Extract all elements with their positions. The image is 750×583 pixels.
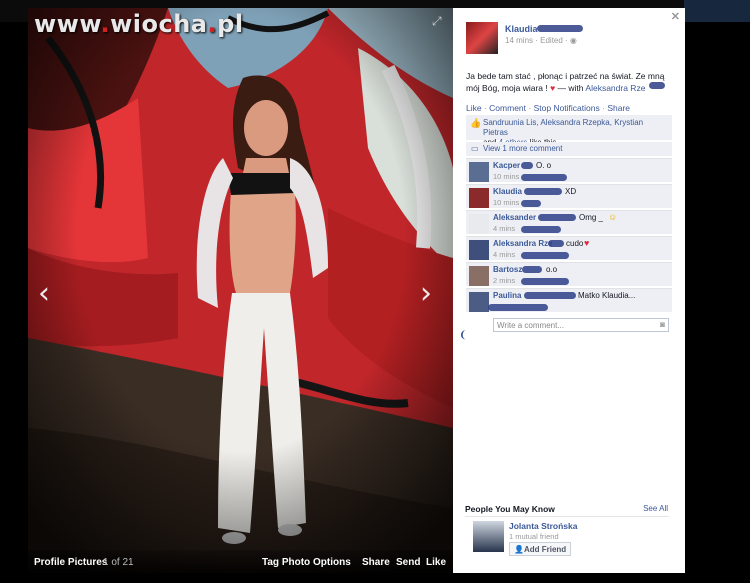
commenter-name[interactable]: Bartosz [493,265,522,274]
like-button[interactable]: Like [426,557,446,568]
redaction-scribble [521,200,541,207]
suggested-friend-avatar[interactable] [473,521,504,552]
comment-item: Kacper O. o 10 mins [466,158,672,182]
commenter-avatar[interactable] [469,266,489,286]
tagged-friend-link[interactable]: Aleksandra Rze [585,83,645,93]
view-more-label[interactable]: View 1 more comment [483,144,562,153]
redaction-scribble [524,292,576,299]
redaction-scribble [488,304,548,311]
globe-icon: ◉ [569,36,577,45]
with-text: — with [557,83,584,93]
comment-bubble-icon: ▭ [471,144,479,153]
heart-icon: ♥ [550,83,556,93]
redaction-scribble [521,252,569,259]
mutual-friends-text[interactable]: 1 mutual friend [509,532,559,541]
redaction-scribble [649,82,665,89]
photo-viewer[interactable] [28,8,453,573]
pymk-divider [465,516,669,517]
redaction-scribble [522,266,542,273]
redaction-scribble [521,226,561,233]
post-meta: 14 mins · Edited · ◉ [505,36,577,45]
comment-text: O. o [536,161,552,170]
comment-text: Matko Klaudia... [578,291,636,300]
options-button[interactable]: Options [313,557,351,568]
commenter-name[interactable]: Kacper [493,161,520,170]
commenter-name[interactable]: Aleksander [493,213,536,222]
comment-item: Aleksandra Rze cudo ♥ 4 mins [466,236,672,260]
redaction-scribble [537,25,583,32]
likes-summary: 👍 Sandruunia Lis, Aleksandra Rzepka, Kry… [466,115,672,147]
commenter-avatar[interactable] [469,240,489,260]
add-friend-label: Add Friend [523,545,567,554]
commenter-avatar[interactable] [469,188,489,208]
smiley-icon: ☺ [608,212,618,222]
expand-icon[interactable]: ⤢ [432,14,442,29]
camera-icon[interactable]: ◙ [660,320,665,329]
view-more-comments[interactable]: ▭ View 1 more comment [466,142,672,156]
author-name[interactable]: Klaudia [505,24,538,34]
redaction-scribble [524,188,562,195]
thumbs-up-icon: 👍 [470,118,482,128]
add-friend-icon: 👤 [514,545,524,554]
commenter-avatar[interactable] [469,162,489,182]
write-comment-input[interactable]: Write a comment... ◙ [493,318,669,332]
comment-text: XD [565,187,577,196]
profile-photo [28,8,453,573]
suggested-friend-name[interactable]: Jolanta Strońska [509,521,578,531]
stop-notifications-link[interactable]: Stop Notifications [534,103,600,113]
post-comment-link[interactable]: Comment [489,103,526,113]
post-like-link[interactable]: Like [466,103,482,113]
comment-text: Omg _ [579,213,604,222]
add-friend-button[interactable]: 👤Add Friend [509,542,571,556]
share-button[interactable]: Share [362,557,390,568]
comment-item: Paulina Matko Klaudia... [466,288,672,312]
pymk-title: People You May Know [465,504,555,514]
comment-time[interactable]: 4 mins [493,250,515,259]
write-comment-placeholder: Write a comment... [497,321,564,330]
comment-item: Bartosz o.o 2 mins [466,262,672,286]
post-share-link[interactable]: Share [607,103,630,113]
post-actions: Like · Comment · Stop Notifications · Sh… [466,103,631,113]
commenter-name[interactable]: Klaudia [493,187,522,196]
album-link[interactable]: Profile Pictures [34,557,107,568]
post-time[interactable]: 14 mins [505,36,533,45]
comment-time[interactable]: 10 mins [493,172,519,181]
edited-label[interactable]: Edited [540,36,563,45]
commenter-name[interactable]: Aleksandra Rze [493,239,553,248]
tag-photo-button[interactable]: Tag Photo [262,557,310,568]
comment-item: Aleksander Omg _ ☺ 4 mins [466,210,672,234]
photo-counter: 1 of 21 [103,557,134,568]
redaction-scribble [521,162,533,169]
post-text-line1: Ja bede tam stać , płonąc i patrzeć na ś… [466,71,665,81]
post-text-line2: mój Bóg, moja wiara ! [466,83,548,93]
commenter-avatar[interactable] [469,214,489,234]
likers-names[interactable]: Sandruunia Lis, Aleksandra Rzepka, Kryst… [483,118,643,137]
comment-text: cudo [566,239,584,248]
photo-action-bar: Profile Pictures 1 of 21 Tag Photo Optio… [28,550,453,573]
author-avatar[interactable] [466,22,498,54]
send-button[interactable]: Send [396,557,420,568]
previous-photo-button[interactable]: ‹ [38,276,50,311]
comment-time[interactable]: 10 mins [493,198,519,207]
close-icon[interactable]: ✕ [671,10,680,23]
post-side-panel: ✕ Klaudia 14 mins · Edited · ◉ Ja bede t… [453,8,685,573]
post-text: Ja bede tam stać , płonąc i patrzeć na ś… [466,70,678,94]
commenter-avatar[interactable] [469,292,489,312]
commenter-name[interactable]: Paulina [493,291,521,300]
see-all-link[interactable]: See All [643,504,668,513]
comment-item: Klaudia XD 10 mins [466,184,672,208]
redaction-scribble [521,174,567,181]
top-bar-blue-strip [684,0,750,22]
site-watermark: www.wiocha.pl [34,10,244,38]
comment-time[interactable]: 4 mins [493,224,515,233]
heart-icon: ♥ [584,238,590,248]
next-photo-button[interactable]: › [420,276,432,311]
redaction-scribble [538,214,576,221]
comment-text: o.o [546,265,558,274]
redaction-scribble [548,240,564,247]
redaction-scribble [521,278,569,285]
scribble-mark: ❨ [459,330,468,341]
comment-time[interactable]: 2 mins [493,276,515,285]
